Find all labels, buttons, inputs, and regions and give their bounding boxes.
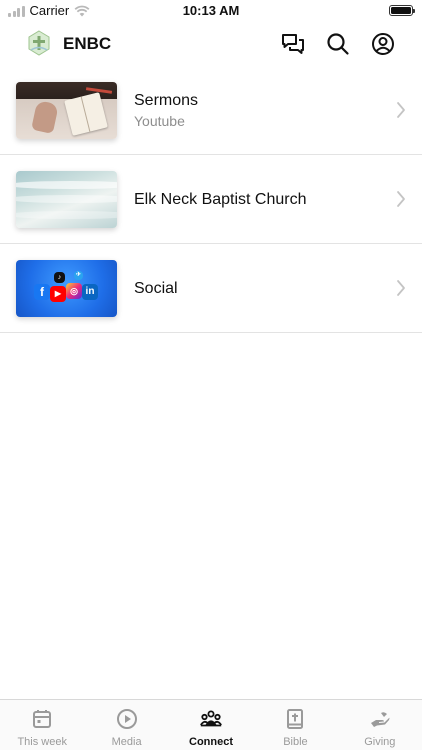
list-item-sermons[interactable]: Sermons Youtube (0, 66, 422, 155)
list-item-church[interactable]: Elk Neck Baptist Church (0, 155, 422, 244)
tab-label: Bible (283, 736, 308, 748)
tab-this-week[interactable]: This week (0, 700, 84, 750)
tab-label: This week (17, 736, 67, 748)
account-icon[interactable] (370, 31, 396, 57)
bible-icon (284, 708, 306, 730)
list-item-title: Social (134, 280, 178, 297)
list-item-title: Sermons (134, 92, 199, 109)
status-bar: Carrier 10:13 AM (0, 0, 422, 22)
tab-label: Giving (364, 736, 396, 748)
church-logo-icon (28, 30, 50, 56)
chevron-right-icon (397, 102, 405, 118)
chevron-right-icon (397, 191, 405, 207)
tab-bar: This week Media Connect Bible Giving (0, 699, 422, 750)
tab-bible[interactable]: Bible (253, 700, 337, 750)
list-item-social[interactable]: f ▶ ◎ in ♪ ✈ Social (0, 244, 422, 333)
social-thumbnail: f ▶ ◎ in ♪ ✈ (16, 260, 117, 317)
play-icon (116, 708, 138, 730)
calendar-icon (31, 708, 53, 730)
app-title: ENBC (63, 34, 112, 53)
tab-label: Connect (189, 736, 234, 748)
battery-icon (389, 5, 415, 16)
sermons-thumbnail (16, 82, 117, 139)
tab-media[interactable]: Media (84, 700, 168, 750)
tab-giving[interactable]: Giving (338, 700, 422, 750)
chat-icon[interactable] (280, 31, 306, 57)
tab-connect[interactable]: Connect (169, 700, 253, 750)
status-time: 10:13 AM (182, 3, 240, 18)
list-item-title: Elk Neck Baptist Church (134, 191, 307, 208)
tab-label: Media (111, 736, 142, 748)
connect-list: Sermons Youtube Elk Neck Baptist Church … (0, 66, 422, 333)
chevron-right-icon (397, 280, 405, 296)
ocean-thumbnail (16, 171, 117, 228)
list-item-subtitle: Youtube (134, 113, 185, 129)
giving-hand-icon (369, 708, 391, 730)
people-icon (200, 708, 222, 730)
search-icon[interactable] (325, 31, 351, 57)
app-header: ENBC (0, 22, 422, 66)
